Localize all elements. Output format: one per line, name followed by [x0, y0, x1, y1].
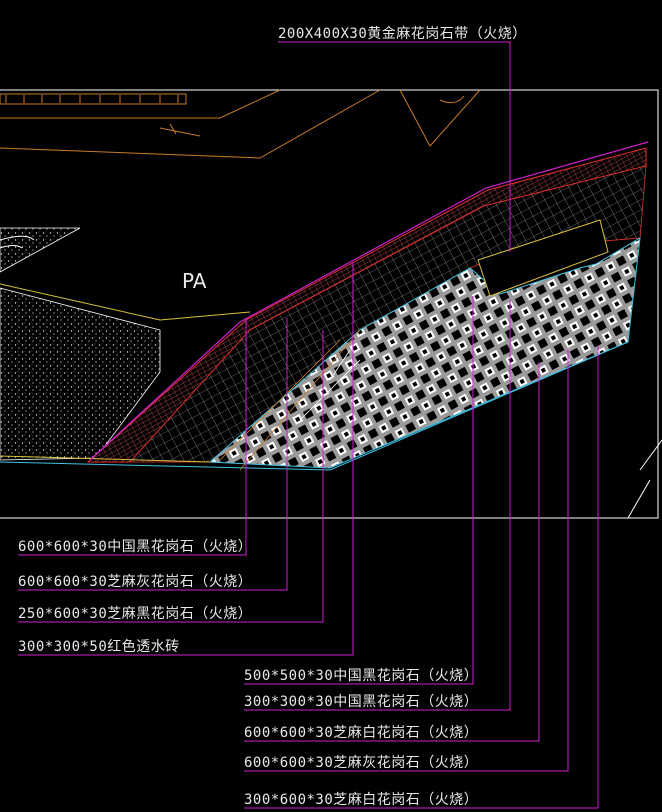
callout-left-4: 300*300*50红色透水砖 — [18, 638, 180, 655]
callout-left-1: 600*600*30中国黑花岗石（火烧） — [18, 539, 252, 555]
callout-left-2: 600*600*30芝麻灰花岗石（火烧） — [18, 574, 252, 590]
callout-right-5: 300*600*30芝麻白花岗石（火烧） — [244, 792, 478, 808]
cad-drawing: PA 200X400X30黄金麻花岗石带（火烧） 600*600*30中国黑花岗… — [0, 25, 662, 809]
callout-right-4: 600*600*30芝麻灰花岗石（火烧） — [244, 755, 478, 771]
callout-top: 200X400X30黄金麻花岗石带（火烧） — [278, 25, 527, 42]
callout-right-2: 300*300*30中国黑花岗石（火烧） — [244, 694, 478, 710]
building-outline — [0, 89, 481, 159]
callout-right-1: 500*500*30中国黑花岗石（火烧） — [244, 668, 478, 684]
callout-left-3: 250*600*30芝麻黑花岗石（火烧） — [18, 606, 252, 622]
zone-label: PA — [182, 269, 207, 293]
callout-right-3: 600*600*30芝麻白花岗石（火烧） — [244, 725, 478, 741]
